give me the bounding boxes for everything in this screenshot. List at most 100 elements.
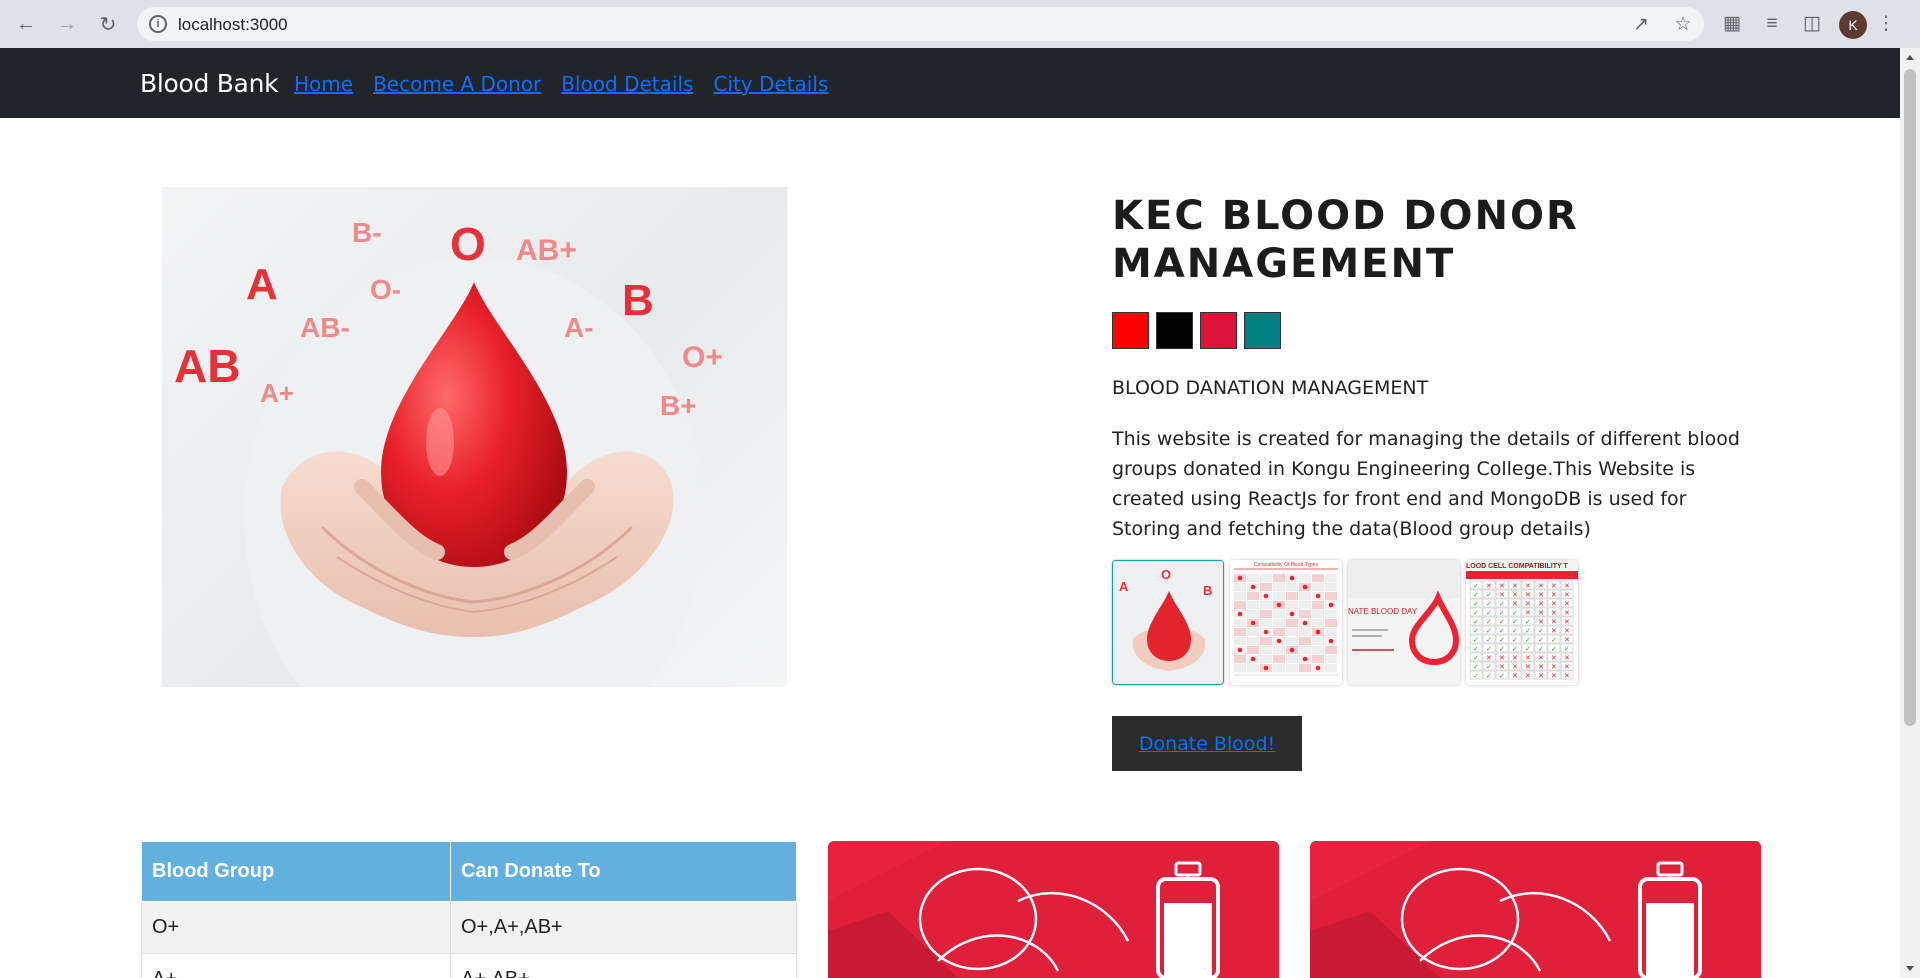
description-text: This website is created for managing the… xyxy=(1112,428,1740,540)
svg-text:✓: ✓ xyxy=(1499,609,1505,617)
side-panel-icon[interactable]: ◫ xyxy=(1800,12,1824,36)
svg-text:✕: ✕ xyxy=(1564,636,1570,644)
cell-can-donate-to: A+,AB+ xyxy=(450,953,797,978)
svg-text:✕: ✕ xyxy=(1499,663,1505,671)
svg-text:✕: ✕ xyxy=(1551,627,1557,635)
svg-text:✓: ✓ xyxy=(1538,645,1544,653)
drop-thumb-image: A O B xyxy=(1113,561,1223,684)
more-menu-icon[interactable]: ⋮ xyxy=(1874,12,1898,36)
svg-text:✓: ✓ xyxy=(1473,618,1479,626)
svg-text:✕: ✕ xyxy=(1538,663,1544,671)
svg-text:✓: ✓ xyxy=(1473,654,1479,662)
reading-list-icon[interactable]: ≡ xyxy=(1760,12,1784,36)
label-ab: AB xyxy=(174,340,240,392)
svg-text:A: A xyxy=(1119,579,1129,594)
swatch-teal[interactable] xyxy=(1244,312,1281,349)
label-a: A xyxy=(246,260,278,309)
nav-link-become-donor[interactable]: Become A Donor xyxy=(373,72,541,96)
svg-text:✓: ✓ xyxy=(1473,663,1479,671)
svg-text:✓: ✓ xyxy=(1499,672,1505,680)
nav-link-city-details[interactable]: City Details xyxy=(713,72,828,96)
cell-can-donate-to: O+,A+,AB+ xyxy=(450,901,797,954)
svg-text:✕: ✕ xyxy=(1486,582,1492,590)
svg-text:✕: ✕ xyxy=(1525,600,1531,608)
svg-text:✓: ✓ xyxy=(1486,609,1492,617)
blood-bag-card[interactable] xyxy=(828,841,1279,978)
compat-chart-thumb-image: Compatibility Of Blood Types xyxy=(1230,560,1342,685)
reload-icon[interactable]: ↻ xyxy=(94,10,122,38)
swatch-crimson[interactable] xyxy=(1200,312,1237,349)
compatibility-chart-thumbnail[interactable]: Compatibility Of Blood Types xyxy=(1230,560,1342,685)
scroll-up-arrow-icon[interactable] xyxy=(1906,55,1914,60)
share-icon[interactable]: ↗ xyxy=(1630,14,1652,36)
svg-text:✓: ✓ xyxy=(1512,636,1518,644)
svg-text:✓: ✓ xyxy=(1512,645,1518,653)
svg-text:✕: ✕ xyxy=(1499,654,1505,662)
svg-text:✓: ✓ xyxy=(1525,618,1531,626)
svg-text:✕: ✕ xyxy=(1525,654,1531,662)
scroll-down-arrow-icon[interactable] xyxy=(1906,966,1914,971)
svg-text:B: B xyxy=(1203,583,1212,598)
svg-text:✓: ✓ xyxy=(1525,636,1531,644)
bookmark-star-icon[interactable]: ☆ xyxy=(1672,14,1694,36)
svg-text:✕: ✕ xyxy=(1564,591,1570,599)
svg-text:✓: ✓ xyxy=(1486,591,1492,599)
swatch-red[interactable] xyxy=(1112,312,1149,349)
label-o-minus: O- xyxy=(370,274,401,305)
svg-text:✓: ✓ xyxy=(1499,636,1505,644)
label-a-plus: A+ xyxy=(260,378,294,408)
svg-text:✕: ✕ xyxy=(1551,591,1557,599)
svg-text:✓: ✓ xyxy=(1525,627,1531,635)
svg-text:✕: ✕ xyxy=(1564,627,1570,635)
browser-toolbar: ← → ↻ i localhost:3000 ↗ ☆ ▦ ≡ ◫ K ⋮ xyxy=(0,0,1920,48)
profile-avatar[interactable]: K xyxy=(1839,11,1867,39)
blood-drop-thumbnail[interactable]: A O B xyxy=(1112,560,1224,685)
address-bar[interactable]: i localhost:3000 ↗ ☆ xyxy=(137,7,1704,41)
svg-text:✓: ✓ xyxy=(1499,600,1505,608)
svg-text:✕: ✕ xyxy=(1538,609,1544,617)
svg-text:✕: ✕ xyxy=(1564,609,1570,617)
cell-compatibility-thumbnail[interactable]: LOOD CELL COMPATIBILITY T ✓ ✕ ✕ ✕ ✕ ✕ ✕ ✕ ✓ ✓ ✕ ✕ ✕ ✕… xyxy=(1466,560,1578,685)
header-can-donate-to: Can Donate To xyxy=(450,841,797,902)
svg-text:✓: ✓ xyxy=(1525,645,1531,653)
donate-blood-button[interactable]: Donate Blood! xyxy=(1112,716,1302,771)
label-b-minus: B- xyxy=(352,217,382,248)
cell-compat-thumb-image: LOOD CELL COMPATIBILITY T ✓ ✕ ✕ ✕ ✕ ✕ ✕ ✕✓ ✓ ✕ ✕ ✕ ✕… xyxy=(1466,560,1578,685)
table-header-row: Blood Group Can Donate To xyxy=(141,841,797,902)
svg-text:✕: ✕ xyxy=(1564,618,1570,626)
label-b-plus: B+ xyxy=(660,390,697,421)
svg-text:✕: ✕ xyxy=(1551,672,1557,680)
svg-text:✓: ✓ xyxy=(1486,618,1492,626)
svg-text:✕: ✕ xyxy=(1538,582,1544,590)
forward-arrow-icon[interactable]: → xyxy=(53,10,81,38)
svg-text:✓: ✓ xyxy=(1486,672,1492,680)
svg-text:✓: ✓ xyxy=(1499,645,1505,653)
nav-link-home[interactable]: Home xyxy=(294,72,353,96)
url-text[interactable]: localhost:3000 xyxy=(178,15,288,35)
svg-text:✕: ✕ xyxy=(1551,582,1557,590)
svg-text:✕: ✕ xyxy=(1564,672,1570,680)
scrollbar-thumb[interactable] xyxy=(1904,69,1916,726)
svg-text:✕: ✕ xyxy=(1512,591,1518,599)
site-info-icon[interactable]: i xyxy=(149,15,167,33)
svg-text:✓: ✓ xyxy=(1499,627,1505,635)
extensions-puzzle-icon[interactable]: ▦ xyxy=(1720,12,1744,36)
donation-compatibility-table: Blood Group Can Donate To O+ O+,A+,AB+ A… xyxy=(141,841,797,978)
site-navbar: Blood Bank Home Become A Donor Blood Det… xyxy=(0,48,1900,118)
label-a-minus: A- xyxy=(564,312,594,343)
back-arrow-icon[interactable]: ← xyxy=(12,10,40,38)
swatch-black[interactable] xyxy=(1156,312,1193,349)
svg-text:✓: ✓ xyxy=(1486,600,1492,608)
page-scrollbar[interactable] xyxy=(1900,48,1920,978)
svg-text:✕: ✕ xyxy=(1538,600,1544,608)
donate-blood-day-thumbnail[interactable]: NATE BLOOD DAY xyxy=(1348,560,1460,685)
brand-logo-text[interactable]: Blood Bank xyxy=(140,69,279,98)
svg-text:✕: ✕ xyxy=(1486,654,1492,662)
blood-bag-card[interactable] xyxy=(1310,841,1761,978)
label-b: B xyxy=(622,276,654,325)
nav-link-blood-details[interactable]: Blood Details xyxy=(561,72,693,96)
svg-text:✕: ✕ xyxy=(1525,663,1531,671)
svg-text:✕: ✕ xyxy=(1512,672,1518,680)
svg-text:✓: ✓ xyxy=(1564,645,1570,653)
cell-blood-group: O+ xyxy=(141,901,451,954)
